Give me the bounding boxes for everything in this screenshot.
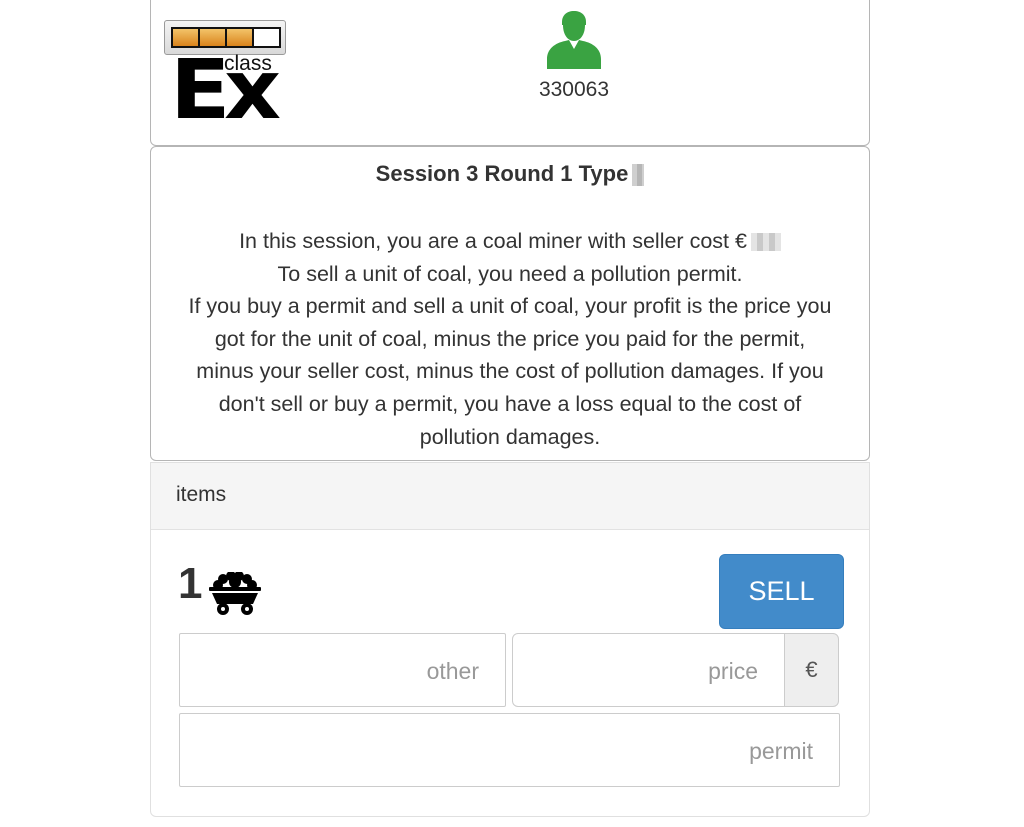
sell-button[interactable]: SELL <box>719 554 844 629</box>
description-text: In this session, you are a coal miner wi… <box>239 229 747 253</box>
description-line: got for the unit of coal, minus the pric… <box>214 326 806 351</box>
item-quantity: 1 <box>178 559 203 608</box>
redacted-seller-cost <box>750 233 781 252</box>
description-line: don't sell or buy a permit, you have a l… <box>218 391 802 416</box>
price-placeholder: price <box>708 658 758 684</box>
description-line: In this session, you are a coal miner wi… <box>161 225 859 258</box>
coal-cart-icon <box>209 572 261 615</box>
items-panel: items 1 SELL other price € permit <box>150 462 870 817</box>
session-title-text: Session 3 Round 1 Type <box>375 161 629 186</box>
permit-placeholder: permit <box>749 738 813 764</box>
logo-class-text: class <box>224 52 272 75</box>
description-line: If you buy a permit and sell a unit of c… <box>188 294 832 319</box>
session-description: In this session, you are a coal miner wi… <box>161 225 859 453</box>
session-title: Session 3 Round 1 Type <box>151 161 869 187</box>
price-input[interactable]: price <box>512 633 785 707</box>
header-panel: Ex class 330063 <box>150 0 870 146</box>
description-line: pollution damages. <box>419 424 601 449</box>
other-placeholder: other <box>426 658 479 684</box>
session-info-panel: Session 3 Round 1 Type In this session, … <box>150 146 870 461</box>
currency-addon: € <box>785 633 839 707</box>
permit-input[interactable]: permit <box>179 713 840 787</box>
user-id: 330063 <box>538 78 610 101</box>
classex-logo: Ex class <box>164 20 288 132</box>
redacted-type <box>632 164 645 187</box>
user-icon <box>547 11 601 69</box>
items-heading: items <box>151 463 869 530</box>
description-line: minus your seller cost, minus the cost o… <box>196 359 824 384</box>
description-line: To sell a unit of coal, you need a pollu… <box>277 261 743 286</box>
other-input[interactable]: other <box>179 633 506 707</box>
